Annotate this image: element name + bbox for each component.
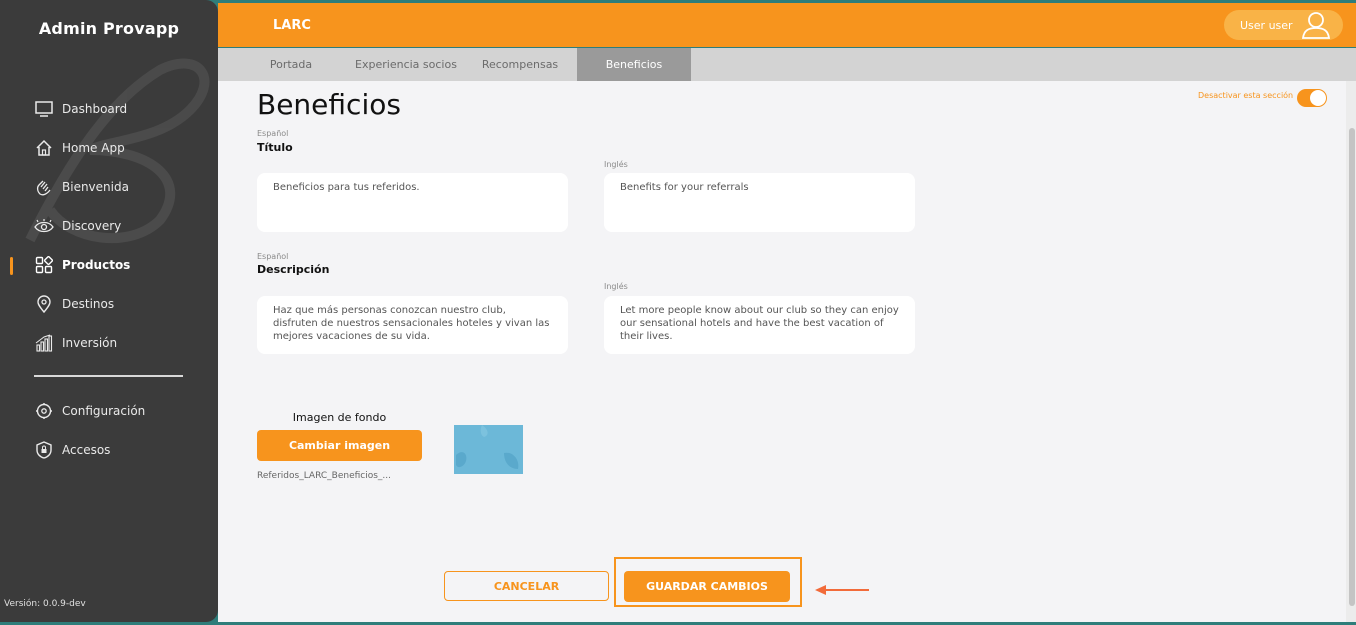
titulo-en-input[interactable]: Benefits for your referrals — [604, 173, 915, 232]
sidebar-item-label: Inversión — [62, 336, 118, 350]
section-tabs: Portada Experiencia socios Recompensas B… — [218, 48, 1356, 81]
gear-icon — [34, 401, 54, 421]
app-title: Admin Provapp — [38, 19, 180, 38]
hand-wave-icon — [34, 177, 54, 197]
change-image-button[interactable]: Cambiar imagen — [257, 430, 422, 461]
sidebar-item-label: Configuración — [62, 404, 146, 418]
tab-beneficios[interactable]: Beneficios — [577, 48, 691, 81]
descripcion-en-input[interactable]: Let more people know about our club so t… — [604, 296, 915, 354]
sidebar-item-label: Home App — [62, 141, 125, 155]
sidebar-item-label: Productos — [62, 258, 131, 272]
sidebar-divider — [34, 375, 183, 377]
map-pin-icon — [34, 294, 54, 314]
sidebar-item-label: Discovery — [62, 219, 122, 233]
sidebar-item-inversion[interactable]: Inversión — [34, 332, 117, 354]
descripcion-es-input[interactable]: Haz que más personas conozcan nuestro cl… — [257, 296, 568, 354]
lang-label-es: Español — [257, 252, 289, 261]
section-toggle[interactable] — [1297, 89, 1327, 107]
toggle-knob — [1310, 90, 1326, 106]
sidebar-item-bienvenida[interactable]: Bienvenida — [34, 176, 129, 198]
user-name: User user — [1240, 18, 1293, 32]
sidebar-item-label: Bienvenida — [62, 180, 129, 194]
lang-label-en: Inglés — [604, 160, 628, 169]
page-title: Beneficios — [257, 88, 401, 121]
sidebar-item-accesos[interactable]: Accesos — [34, 439, 110, 461]
background-image-thumbnail — [454, 425, 523, 474]
tab-recompensas[interactable]: Recompensas — [473, 48, 567, 81]
client-title: LARC — [273, 18, 311, 33]
tab-experiencia-socios[interactable]: Experiencia socios — [349, 48, 463, 81]
tab-portada[interactable]: Portada — [243, 48, 339, 81]
titulo-es-input[interactable]: Beneficios para tus referidos. — [257, 173, 568, 232]
user-avatar-icon — [1301, 11, 1331, 42]
image-label: Imagen de fondo — [292, 411, 387, 424]
top-bar: LARC User user — [218, 3, 1356, 47]
arrow-left-icon — [815, 585, 869, 595]
sidebar-item-dashboard[interactable]: Dashboard — [34, 98, 127, 120]
cancel-button[interactable]: CANCELAR — [444, 571, 609, 601]
sidebar-item-discovery[interactable]: Discovery — [34, 215, 121, 237]
eye-icon — [34, 216, 54, 236]
lang-label-es: Español — [257, 129, 289, 138]
save-changes-button[interactable]: GUARDAR CAMBIOS — [624, 571, 790, 602]
sidebar-item-home-app[interactable]: Home App — [34, 137, 125, 159]
sidebar-item-destinos[interactable]: Destinos — [34, 293, 114, 315]
monitor-icon — [34, 99, 54, 119]
toggle-label: Desactivar esta sección — [1198, 91, 1294, 100]
scrollbar-thumb[interactable] — [1349, 128, 1355, 606]
field-label-titulo: Título — [257, 141, 293, 154]
image-file-name: Referidos_LARC_Beneficios_... — [257, 471, 392, 481]
lang-label-en: Inglés — [604, 282, 628, 291]
sidebar-item-productos[interactable]: Productos — [34, 254, 130, 276]
sidebar-item-configuracion[interactable]: Configuración — [34, 400, 145, 422]
version-text: Versión: 0.0.9-dev — [4, 599, 86, 609]
bar-chart-icon — [34, 333, 54, 353]
user-menu-button[interactable]: User user — [1224, 10, 1343, 40]
sidebar-item-label: Dashboard — [62, 102, 128, 116]
active-indicator — [10, 257, 13, 275]
shield-icon — [34, 440, 54, 460]
sidebar-item-label: Accesos — [62, 443, 111, 457]
grid-icon — [34, 255, 54, 275]
field-label-descripcion: Descripción — [257, 263, 330, 276]
sidebar-item-label: Destinos — [62, 297, 115, 311]
house-icon — [34, 138, 54, 158]
sidebar: Admin Provapp Dashboard Home App Bienven… — [0, 0, 218, 622]
